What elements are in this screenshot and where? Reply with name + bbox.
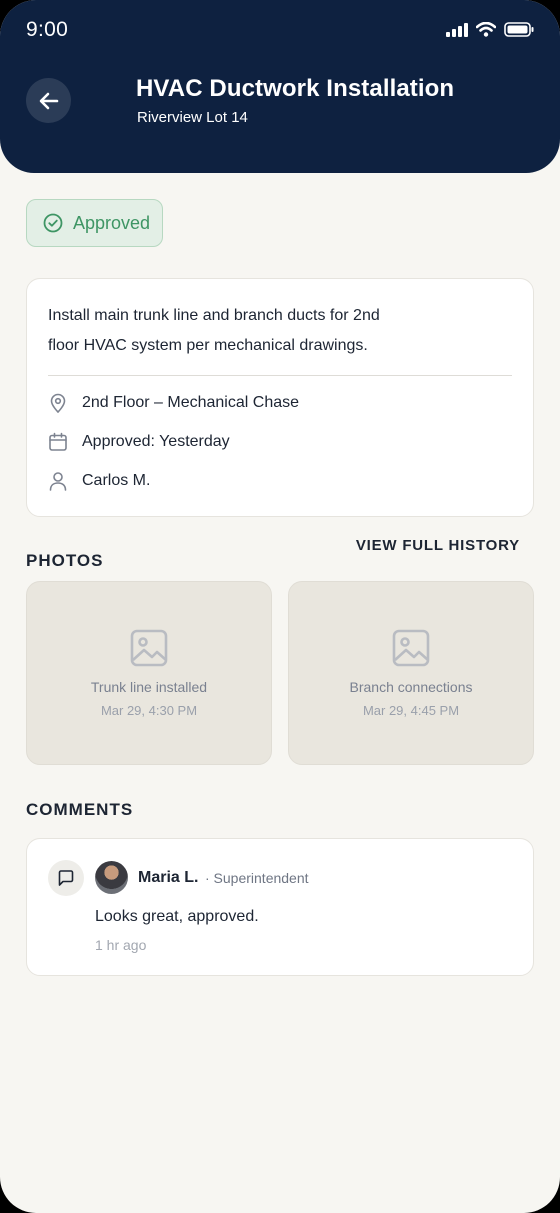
user-icon xyxy=(48,471,68,491)
status-badge-label: Approved xyxy=(73,212,151,233)
check-circle-icon xyxy=(43,213,63,233)
description-line: floor HVAC system per mechanical drawing… xyxy=(48,337,368,354)
description-line: Install main trunk line and branch ducts… xyxy=(48,307,380,324)
comment-timestamp: 1 hr ago xyxy=(95,937,147,953)
status-icons xyxy=(446,22,534,37)
chat-bubble-icon xyxy=(58,870,74,886)
photo-timestamp: Mar 29, 4:30 PM xyxy=(100,703,198,718)
image-placeholder-icon xyxy=(392,629,430,672)
image-placeholder-icon xyxy=(130,629,168,672)
status-badge: Approved xyxy=(26,199,163,247)
arrow-left-icon xyxy=(39,92,58,109)
photo-tile[interactable]: Trunk line installed Mar 29, 4:30 PM xyxy=(26,581,272,765)
app-screen: 9:00 HVAC Ductwork Installation Rivervie… xyxy=(0,0,560,1213)
photo-tile[interactable]: Branch connections Mar 29, 4:45 PM xyxy=(288,581,534,765)
photo-label: Trunk line installed xyxy=(90,679,208,695)
wifi-icon xyxy=(476,22,496,37)
cellular-signal-icon xyxy=(446,22,468,37)
comments-section-title: COMMENTS xyxy=(26,800,134,819)
approved-row: Approved: Yesterday xyxy=(48,432,230,452)
photos-section-title: PHOTOS xyxy=(26,551,104,570)
comment-author: Maria L. xyxy=(138,869,199,886)
comment-author-role: · Superintendent xyxy=(205,870,309,886)
divider xyxy=(48,375,512,376)
location-row: 2nd Floor – Mechanical Chase xyxy=(48,393,299,413)
comment-icon-badge xyxy=(48,860,84,896)
view-full-history-link[interactable]: VIEW FULL HISTORY xyxy=(356,537,520,554)
assignee-row: Carlos M. xyxy=(48,471,150,491)
photo-label: Branch connections xyxy=(349,679,473,695)
location-text: 2nd Floor – Mechanical Chase xyxy=(82,394,300,411)
back-button[interactable] xyxy=(26,78,71,123)
approved-text: Approved: Yesterday xyxy=(82,433,230,450)
header: 9:00 HVAC Ductwork Installation Rivervie… xyxy=(0,0,560,173)
avatar[interactable] xyxy=(95,861,128,894)
photo-timestamp: Mar 29, 4:45 PM xyxy=(362,703,460,718)
calendar-icon xyxy=(48,432,68,452)
details-card: Install main trunk line and branch ducts… xyxy=(26,278,534,517)
comment-card: Maria L. · Superintendent Looks great, a… xyxy=(26,838,534,976)
status-time: 9:00 xyxy=(26,18,69,41)
battery-icon xyxy=(504,22,534,37)
comment-text: Looks great, approved. xyxy=(95,908,259,925)
page-subtitle: Riverview Lot 14 xyxy=(137,109,248,126)
page-title: HVAC Ductwork Installation xyxy=(136,75,455,102)
map-pin-icon xyxy=(48,393,68,413)
assignee-text: Carlos M. xyxy=(82,472,151,489)
task-description: Install main trunk line and branch ducts… xyxy=(48,301,448,361)
